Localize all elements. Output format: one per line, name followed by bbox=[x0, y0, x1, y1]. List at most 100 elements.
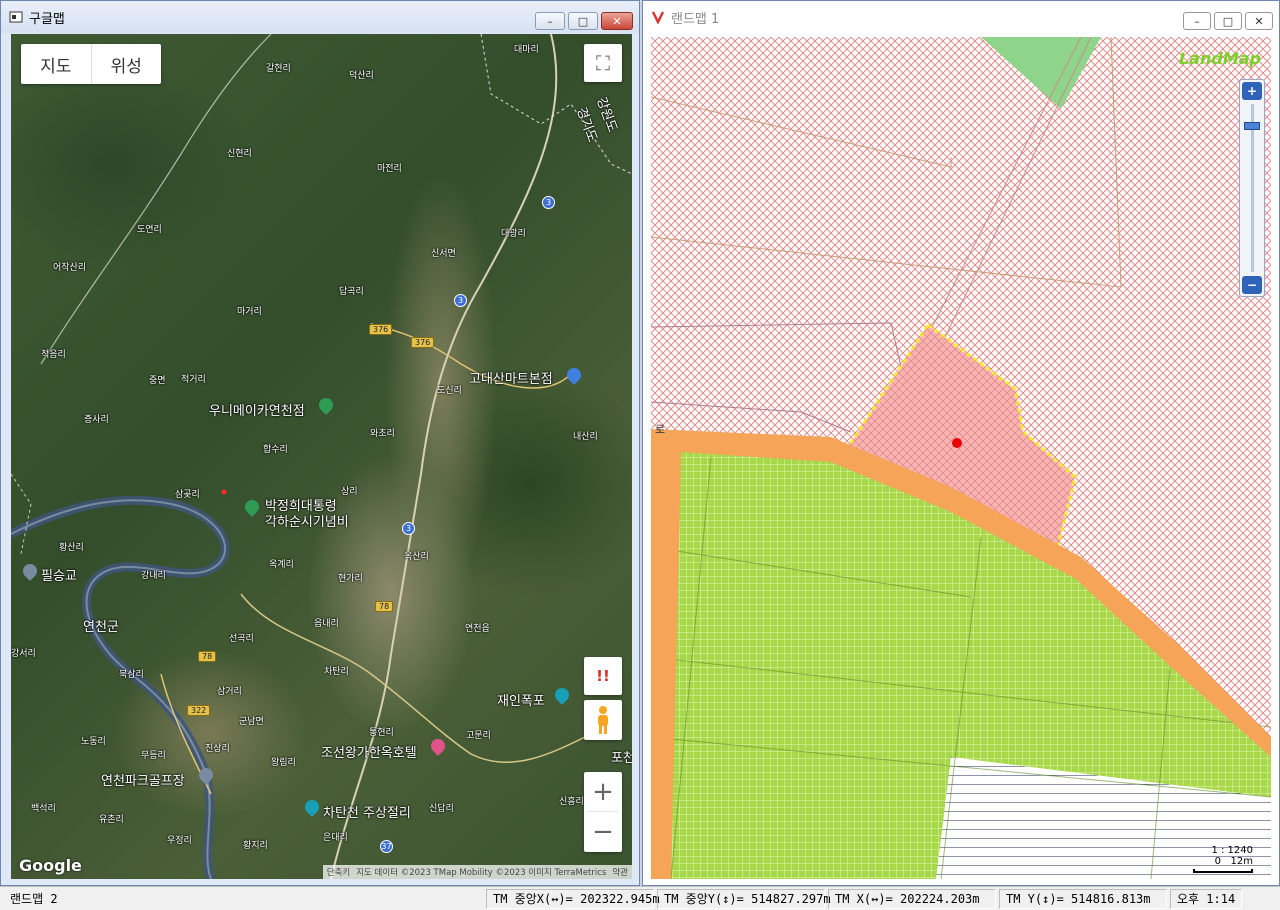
place-label: 옥산리 bbox=[404, 552, 429, 562]
place-label: 신서면 bbox=[431, 249, 456, 259]
road-shield: 37 bbox=[380, 840, 393, 853]
place-label: 강내리 bbox=[141, 571, 166, 581]
scale-bar bbox=[1193, 869, 1253, 873]
status-app-name: 랜드맵 2 bbox=[10, 892, 58, 906]
place-label: 북삼리 bbox=[119, 670, 144, 680]
zoom-in-button[interactable]: + bbox=[1242, 82, 1262, 100]
poi-label[interactable]: 차탄천 주상절리 bbox=[323, 802, 411, 821]
place-label: 연천읍 bbox=[465, 624, 490, 634]
map-attribution: 단축키 지도 데이터 ©2023 TMap Mobility ©2023 이미지… bbox=[322, 865, 632, 879]
road-shield: 78 bbox=[375, 601, 394, 612]
landmap-app-icon bbox=[651, 10, 665, 25]
scale-ratio: 1 : 1240 bbox=[1211, 845, 1253, 856]
map-scale: 1 : 1240 0 12m bbox=[1193, 845, 1253, 873]
place-label: 노동리 bbox=[81, 737, 106, 747]
place-label: 와초리 bbox=[370, 429, 395, 439]
window-title: 구글맵 bbox=[29, 11, 65, 27]
status-time: 오후 1:14 bbox=[1170, 888, 1242, 909]
place-label: 왕림리 bbox=[271, 758, 296, 768]
poi-label[interactable]: 우니메이카연천점 bbox=[209, 400, 305, 419]
place-label: 도연리 bbox=[137, 225, 162, 235]
street-view-pegman[interactable] bbox=[584, 700, 622, 740]
place-label: 답곡리 bbox=[339, 287, 364, 297]
zoom-out-button[interactable]: − bbox=[1242, 276, 1262, 294]
place-label: 증사리 bbox=[84, 415, 109, 425]
poi-label[interactable]: 필승교 bbox=[41, 565, 77, 584]
map-type-satellite-button[interactable]: 위성 bbox=[92, 44, 162, 84]
road-shield: 3 bbox=[542, 196, 555, 209]
landmap-logo: LandMap bbox=[1178, 49, 1261, 68]
map-data-credit: 지도 데이터 ©2023 TMap Mobility ©2023 이미지 Ter… bbox=[356, 868, 607, 878]
road-shield: 322 bbox=[187, 705, 211, 716]
place-label: 합수리 bbox=[263, 445, 288, 455]
status-tm-center-x: TM 중앙X(↔)= 202322.945m bbox=[486, 888, 660, 909]
map-type-map-button[interactable]: 지도 bbox=[21, 44, 92, 84]
place-label: 중면 bbox=[149, 376, 166, 386]
zoom-in-button[interactable]: + bbox=[588, 772, 618, 812]
place-label: 선곡리 bbox=[229, 634, 254, 644]
poi-label[interactable]: 고대산마트본점 bbox=[469, 368, 553, 387]
satellite-map[interactable]: 지도 위성 ⛶ 대마리 갈현리 덕산리 신현리 마전리 도연리 어작산리 신서면… bbox=[11, 34, 632, 879]
pegman-icon bbox=[598, 706, 608, 734]
place-label: 내산리 bbox=[573, 432, 598, 442]
poi-label[interactable]: 조선왕가한옥호텔 bbox=[321, 742, 417, 761]
shortcuts-link[interactable]: 단축키 bbox=[327, 866, 350, 878]
place-label: 신답리 bbox=[429, 804, 454, 814]
place-label: 옥계리 bbox=[269, 560, 294, 570]
place-label: 적거리 bbox=[181, 375, 206, 385]
place-label: 현가리 bbox=[338, 574, 363, 584]
close-button[interactable]: ✕ bbox=[601, 12, 633, 30]
place-label: 적음리 bbox=[41, 350, 66, 360]
poi-label[interactable]: 재인폭포 bbox=[497, 690, 545, 709]
road-shield: 376 bbox=[411, 337, 435, 348]
landmap-titlebar[interactable]: 랜드맵 1 – □ ✕ bbox=[643, 1, 1279, 33]
place-label: 읍내리 bbox=[314, 619, 339, 629]
google-logo: Google bbox=[19, 856, 82, 875]
road-shield: 3 bbox=[402, 522, 415, 535]
warning-button[interactable]: !! bbox=[584, 657, 622, 695]
road-shield: 3 bbox=[454, 294, 467, 307]
window-title: 랜드맵 1 bbox=[671, 11, 720, 27]
zoom-out-button[interactable]: − bbox=[592, 812, 614, 852]
scale-length: 12m bbox=[1230, 856, 1253, 867]
maximize-button[interactable]: □ bbox=[1214, 12, 1242, 30]
place-label: 포천 bbox=[611, 751, 632, 766]
zoom-thumb[interactable] bbox=[1244, 122, 1260, 130]
poi-label: 각하순시기념비 bbox=[265, 515, 349, 530]
road-shield: 78 bbox=[198, 651, 217, 662]
road-shield: 376 bbox=[369, 324, 393, 335]
poi-label[interactable]: 연천파크골프장 bbox=[101, 770, 185, 789]
place-label: 고문리 bbox=[466, 731, 491, 741]
fullscreen-button[interactable]: ⛶ bbox=[584, 44, 622, 82]
place-label: 유촌리 bbox=[99, 815, 124, 825]
status-tm-center-y: TM 중앙Y(↕)= 514827.297m bbox=[657, 888, 831, 909]
place-label: 마전리 bbox=[377, 164, 402, 174]
road-label: 로 bbox=[655, 423, 665, 436]
scale-zero: 0 bbox=[1214, 856, 1221, 867]
region-label: 연천군 bbox=[83, 620, 119, 635]
landmap-window: 랜드맵 1 – □ ✕ 로 LandMap + − 1: 1240 0 12m bbox=[642, 0, 1280, 886]
maximize-button[interactable]: □ bbox=[568, 12, 598, 30]
place-label: 강서리 bbox=[11, 649, 36, 659]
status-bar: 랜드맵 2 TM 중앙X(↔)= 202322.945m TM 중앙Y(↕)= … bbox=[0, 886, 1280, 910]
close-button[interactable]: ✕ bbox=[1245, 12, 1273, 30]
place-label: 갈현리 bbox=[266, 64, 291, 74]
terms-link[interactable]: 약관 bbox=[612, 866, 628, 878]
google-map-window: 구글맵 – □ ✕ 지도 위성 ⛶ 대마리 갈현리 덕산리 신현리 마전리 도연… bbox=[0, 0, 640, 886]
place-label: 은대리 bbox=[323, 833, 348, 843]
place-label: 덕산리 bbox=[349, 71, 374, 81]
place-label: 군남면 bbox=[239, 717, 264, 727]
google-map-titlebar[interactable]: 구글맵 – □ ✕ bbox=[1, 1, 639, 33]
minimize-button[interactable]: – bbox=[1183, 12, 1211, 30]
place-label: 도신리 bbox=[437, 386, 462, 396]
place-label: 신현리 bbox=[227, 149, 252, 159]
place-label: 우정리 bbox=[167, 836, 192, 846]
place-label: 신흥리 bbox=[559, 797, 584, 807]
landmap-canvas[interactable]: 로 LandMap + − 1 : 1240 0 12m bbox=[651, 37, 1271, 879]
zoom-slider[interactable]: + − bbox=[1239, 79, 1265, 297]
place-label: 대마리 bbox=[514, 45, 539, 55]
zoom-control: + − bbox=[584, 772, 622, 852]
place-label: 마거리 bbox=[237, 307, 262, 317]
minimize-button[interactable]: – bbox=[535, 12, 565, 30]
place-label: 상리 bbox=[341, 487, 358, 497]
